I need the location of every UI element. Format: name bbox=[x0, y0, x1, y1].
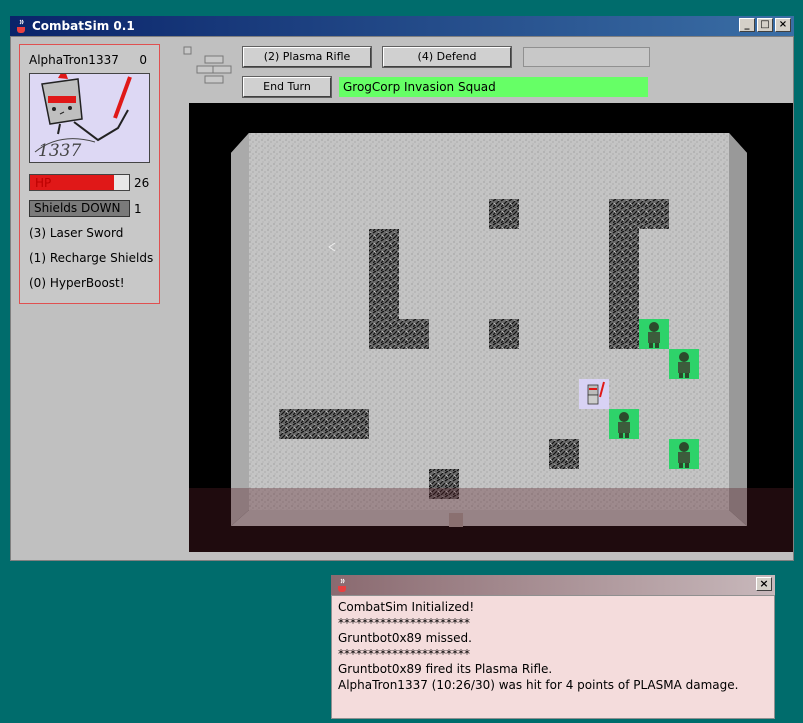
log-line: CombatSim Initialized! bbox=[338, 600, 475, 614]
rock-tile bbox=[279, 409, 369, 439]
minimap-icon[interactable] bbox=[183, 46, 239, 86]
maximize-button[interactable]: □ bbox=[757, 18, 773, 32]
log-line: Gruntbot0x89 fired its Plasma Rifle. bbox=[338, 662, 553, 676]
window-controls: _ □ × bbox=[739, 18, 791, 32]
log-titlebar[interactable]: × bbox=[331, 575, 775, 595]
shadow-overlay bbox=[189, 488, 793, 552]
gruntbot-icon[interactable] bbox=[669, 439, 699, 469]
minimize-button[interactable]: _ bbox=[739, 18, 755, 32]
wall-right bbox=[729, 133, 747, 526]
robot-portrait-icon: 1337 bbox=[34, 68, 132, 161]
enemy-squad-label: GrogCorp Invasion Squad bbox=[339, 77, 648, 97]
log-close-button[interactable]: × bbox=[756, 577, 772, 591]
shield-status: Shields DOWN bbox=[29, 200, 130, 217]
defend-button[interactable]: (4) Defend bbox=[382, 46, 512, 68]
rock-tile bbox=[609, 229, 639, 349]
player-score: 0 bbox=[139, 53, 147, 67]
gruntbot-icon[interactable] bbox=[669, 349, 699, 379]
gruntbot-icon[interactable] bbox=[639, 319, 669, 349]
player-portrait: 1337 bbox=[29, 68, 150, 163]
main-window: AlphaTron1337 0 1337 HP 26 Shields DOWN … bbox=[10, 36, 794, 561]
log-line: AlphaTron1337 (10:26/30) was hit for 4 p… bbox=[338, 677, 739, 692]
rock-tile bbox=[399, 319, 429, 349]
rock-tile bbox=[489, 199, 519, 229]
log-separator: ********************** bbox=[338, 615, 470, 630]
hp-value: 26 bbox=[134, 176, 150, 190]
robot-knight-icon[interactable] bbox=[579, 379, 609, 409]
window-title: CombatSim 0.1 bbox=[32, 19, 135, 33]
log-separator: ********************** bbox=[338, 646, 470, 661]
rock-tile bbox=[549, 439, 579, 469]
shield-value: 1 bbox=[134, 202, 142, 216]
log-line: Gruntbot0x89 missed. bbox=[338, 631, 472, 645]
rock-tile bbox=[369, 229, 399, 349]
player-name: AlphaTron1337 bbox=[29, 53, 119, 67]
rock-tile bbox=[609, 199, 669, 229]
window-titlebar[interactable]: CombatSim 0.1 _ □ × bbox=[10, 16, 794, 36]
plasma-rifle-button[interactable]: (2) Plasma Rifle bbox=[242, 46, 372, 68]
ability-recharge-shields[interactable]: (1) Recharge Shields bbox=[29, 251, 153, 265]
battle-arena[interactable] bbox=[189, 103, 793, 552]
java-cup-icon bbox=[17, 19, 25, 33]
ability-laser-sword[interactable]: (3) Laser Sword bbox=[29, 226, 123, 240]
java-cup-icon bbox=[338, 578, 346, 592]
combat-log: CombatSim Initialized! *****************… bbox=[331, 595, 775, 719]
hp-label: HP bbox=[35, 176, 52, 190]
battle-map bbox=[189, 133, 793, 552]
rock-tile bbox=[489, 319, 519, 349]
player-panel: AlphaTron1337 0 1337 HP 26 Shields DOWN … bbox=[19, 44, 160, 304]
portrait-tag: 1337 bbox=[38, 141, 81, 161]
minimized-unit-icon bbox=[449, 513, 463, 527]
end-turn-button[interactable]: End Turn bbox=[242, 76, 332, 98]
hp-bar: HP bbox=[29, 174, 130, 191]
ability-hyperboost[interactable]: (0) HyperBoost! bbox=[29, 276, 125, 290]
close-button[interactable]: × bbox=[775, 18, 791, 32]
gruntbot-icon[interactable] bbox=[609, 409, 639, 439]
status-field bbox=[523, 47, 650, 67]
wall-left bbox=[231, 133, 249, 526]
